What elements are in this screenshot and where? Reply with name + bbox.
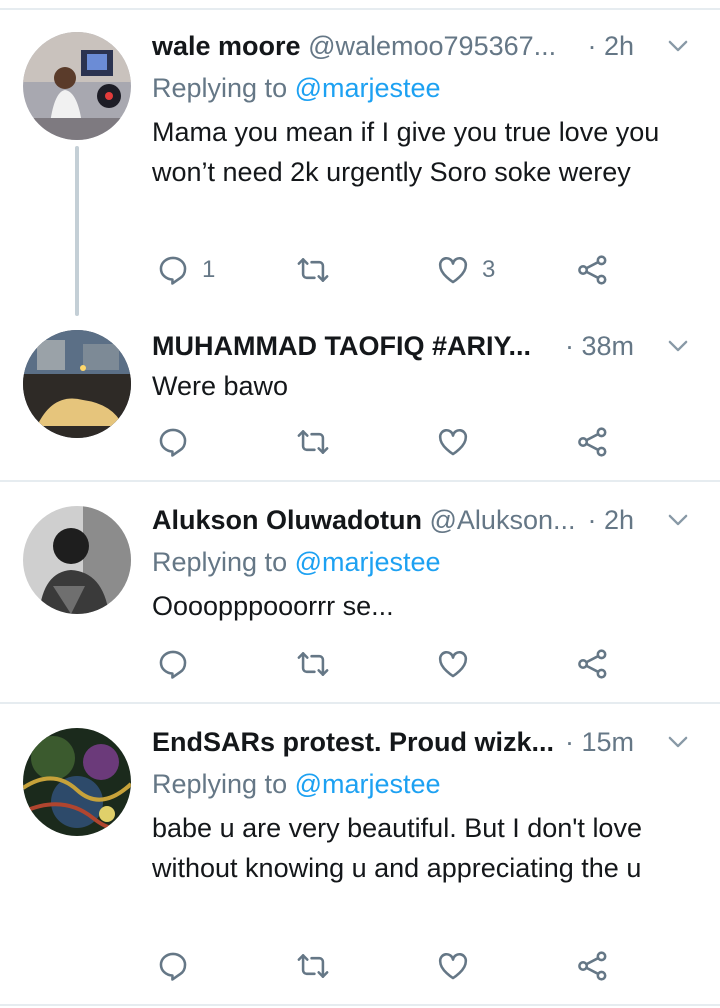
user-handle[interactable]: @walemoo795367... — [308, 31, 556, 61]
reply-icon — [156, 949, 190, 983]
timestamp[interactable]: · 2h — [581, 500, 634, 540]
replying-to-link[interactable]: @marjestee — [295, 73, 441, 103]
tweet-text: Oooopppooorrr se... — [152, 591, 394, 621]
retweet-icon — [296, 425, 330, 459]
replying-to-link[interactable]: @marjestee — [295, 547, 441, 577]
user-handle[interactable]: @Alukson... — [430, 505, 576, 535]
reply-count: 1 — [202, 256, 216, 283]
replying-to-label: Replying to — [152, 73, 295, 103]
avatar[interactable] — [23, 728, 131, 836]
reply-button[interactable] — [156, 422, 202, 462]
like-button[interactable] — [436, 422, 482, 462]
retweet-icon — [296, 647, 330, 681]
chevron-down-icon[interactable] — [664, 32, 692, 60]
tweet-text: Were bawo — [152, 371, 289, 401]
like-count: 3 — [482, 256, 496, 283]
replying-to: Replying to @marjestee — [152, 68, 441, 108]
tweet-separator — [0, 480, 720, 482]
top-separator — [0, 8, 720, 10]
share-icon — [576, 949, 610, 983]
share-button[interactable] — [576, 644, 610, 684]
tweet-text: babe u are very beautiful. But I don't l… — [152, 813, 642, 883]
display-name[interactable]: Alukson Oluwadotun — [152, 505, 422, 535]
share-icon — [576, 647, 610, 681]
tweet-header: MUHAMMAD TAOFIQ #ARIY... · 38m — [152, 326, 706, 366]
share-button[interactable] — [576, 250, 610, 290]
timestamp[interactable]: · 15m — [558, 722, 634, 762]
tweet-header: wale moore @walemoo795367... · 2h — [152, 26, 706, 66]
replying-to-label: Replying to — [152, 547, 295, 577]
share-button[interactable] — [576, 422, 610, 462]
reply-icon — [156, 425, 190, 459]
reply-icon — [156, 253, 190, 287]
display-name[interactable]: MUHAMMAD TAOFIQ #ARIY... — [152, 331, 531, 361]
display-name[interactable]: EndSARs protest. Proud wizk... — [152, 727, 554, 757]
avatar[interactable] — [23, 506, 131, 614]
replying-to-label: Replying to — [152, 769, 295, 799]
retweet-button[interactable] — [296, 422, 342, 462]
retweet-icon — [296, 253, 330, 287]
tweet-actions — [152, 422, 632, 462]
retweet-icon — [296, 949, 330, 983]
heart-icon — [436, 425, 470, 459]
chevron-down-icon[interactable] — [664, 506, 692, 534]
bottom-separator — [0, 1004, 720, 1006]
tweet-actions: 1 3 — [152, 250, 632, 290]
reply-button[interactable] — [156, 644, 202, 684]
chevron-down-icon[interactable] — [664, 728, 692, 756]
reply-button[interactable] — [156, 946, 202, 986]
tweet-separator — [0, 702, 720, 704]
tweet-actions — [152, 946, 632, 986]
replying-to: Replying to @marjestee — [152, 764, 441, 804]
share-icon — [576, 425, 610, 459]
thread-connector-line — [75, 146, 79, 316]
tweet-header: Alukson Oluwadotun @Alukson... · 2h — [152, 500, 706, 540]
retweet-button[interactable] — [296, 946, 342, 986]
heart-icon — [436, 253, 470, 287]
replying-to: Replying to @marjestee — [152, 542, 441, 582]
heart-icon — [436, 647, 470, 681]
chevron-down-icon[interactable] — [664, 332, 692, 360]
like-button[interactable]: 3 — [436, 250, 495, 290]
tweet-actions — [152, 644, 632, 684]
tweet-header: EndSARs protest. Proud wizk... · 15m — [152, 722, 706, 762]
share-button[interactable] — [576, 946, 610, 986]
reply-button[interactable]: 1 — [156, 250, 215, 290]
retweet-button[interactable] — [296, 644, 342, 684]
retweet-button[interactable] — [296, 250, 342, 290]
heart-icon — [436, 949, 470, 983]
like-button[interactable] — [436, 946, 482, 986]
replying-to-link[interactable]: @marjestee — [295, 769, 441, 799]
like-button[interactable] — [436, 644, 482, 684]
timestamp[interactable]: · 2h — [581, 26, 634, 66]
avatar[interactable] — [23, 330, 131, 438]
share-icon — [576, 253, 610, 287]
avatar[interactable] — [23, 32, 131, 140]
display-name[interactable]: wale moore — [152, 31, 301, 61]
timestamp[interactable]: · 38m — [558, 326, 634, 366]
reply-icon — [156, 647, 190, 681]
tweet-text: Mama you mean if I give you true love yo… — [152, 117, 660, 187]
